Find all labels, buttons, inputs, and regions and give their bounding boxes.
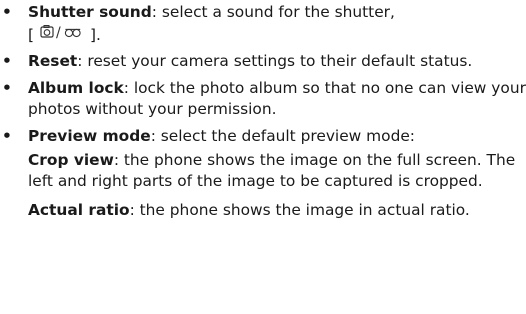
list-item-album-lock: • Album lock: lock the photo album so th… bbox=[0, 78, 526, 121]
bracket-open: [ bbox=[28, 25, 35, 44]
bullet: • bbox=[2, 3, 12, 21]
list-item-reset: • Reset: reset your camera settings to t… bbox=[0, 51, 526, 73]
settings-list: • Shutter sound: select a sound for the … bbox=[0, 2, 526, 221]
bullet: • bbox=[2, 52, 12, 71]
desc-shutter-sound: : select a sound for the shutter, bbox=[151, 3, 395, 21]
manual-page: • Shutter sound: select a sound for the … bbox=[0, 0, 526, 314]
desc-reset: : reset your camera settings to their de… bbox=[77, 52, 473, 71]
sub-item-crop-view: Crop view: the phone shows the image on … bbox=[28, 150, 526, 193]
icon-slash: / bbox=[56, 25, 61, 40]
bullet: • bbox=[2, 126, 12, 145]
list-item-preview-mode: • Preview mode: select the default previ… bbox=[0, 126, 526, 221]
period: . bbox=[96, 25, 101, 44]
sub-item-actual-ratio: Actual ratio: the phone shows the image … bbox=[28, 200, 526, 222]
desc-actual-ratio: : the phone shows the image in actual ra… bbox=[129, 200, 470, 219]
term-shutter-sound: Shutter sound bbox=[28, 3, 152, 21]
camcorder-sound-icon bbox=[64, 28, 81, 37]
term-reset: Reset bbox=[28, 52, 78, 71]
term-album-lock: Album lock bbox=[28, 78, 124, 97]
shutter-icon-group: / bbox=[36, 24, 88, 47]
camera-sound-icon: / bbox=[40, 24, 81, 41]
term-preview-mode: Preview mode bbox=[28, 126, 151, 145]
bullet: • bbox=[2, 78, 12, 97]
term-actual-ratio: Actual ratio bbox=[28, 200, 130, 219]
desc-preview-mode: : select the default preview mode: bbox=[150, 126, 415, 145]
list-item-shutter-sound: • Shutter sound: select a sound for the … bbox=[0, 2, 526, 46]
term-crop-view: Crop view bbox=[28, 150, 114, 169]
